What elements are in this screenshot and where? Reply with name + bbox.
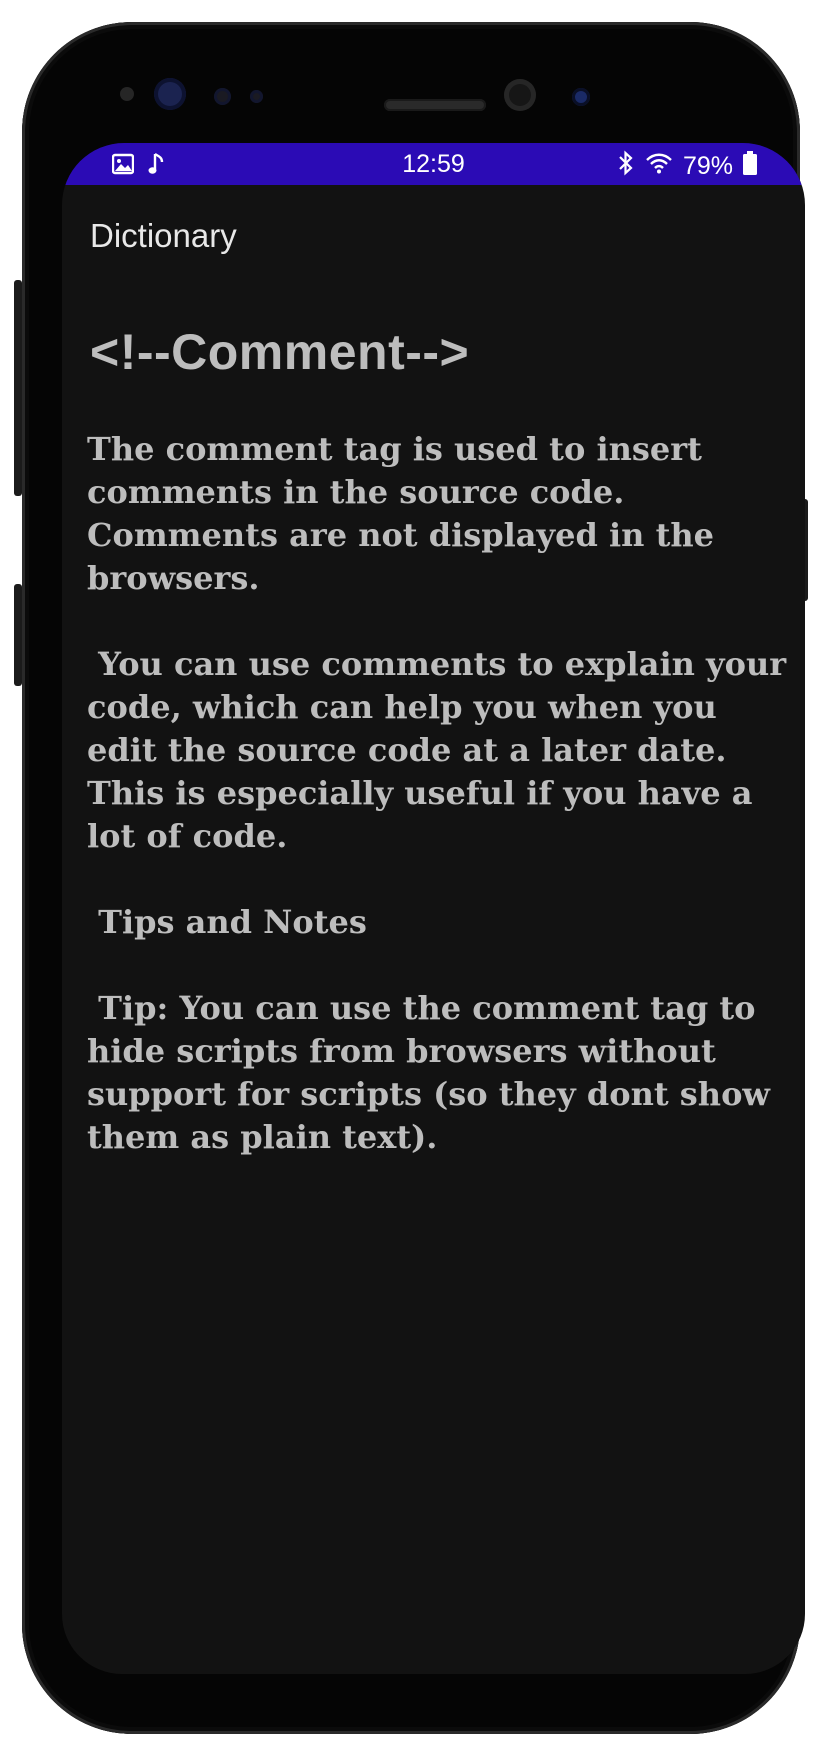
iris-scanner (154, 78, 186, 110)
entry-description: The comment tag is used to insert commen… (87, 430, 787, 1156)
proximity-sensor (214, 88, 231, 105)
status-bar: 12:59 79% (62, 143, 805, 185)
battery-percent: 79% (682, 152, 733, 180)
phone-frame: 12:59 79% Dictionary <!--Comment--> The … (14, 22, 808, 1734)
entry-term: <!--Comment--> (90, 324, 470, 380)
earpiece-speaker (384, 99, 486, 111)
system-icons: 79% (617, 150, 757, 183)
front-camera (504, 79, 536, 111)
bluetooth-icon (617, 150, 635, 183)
volume-up-button (14, 280, 22, 496)
bixby-button (14, 584, 22, 686)
iris-sensor (120, 87, 134, 101)
battery-icon (743, 151, 757, 182)
app-title: Dictionary (90, 217, 237, 254)
camera-flash (572, 88, 590, 106)
wifi-icon (645, 151, 673, 182)
light-sensor (250, 90, 263, 103)
app-screen: 12:59 79% Dictionary <!--Comment--> The … (62, 143, 805, 1674)
